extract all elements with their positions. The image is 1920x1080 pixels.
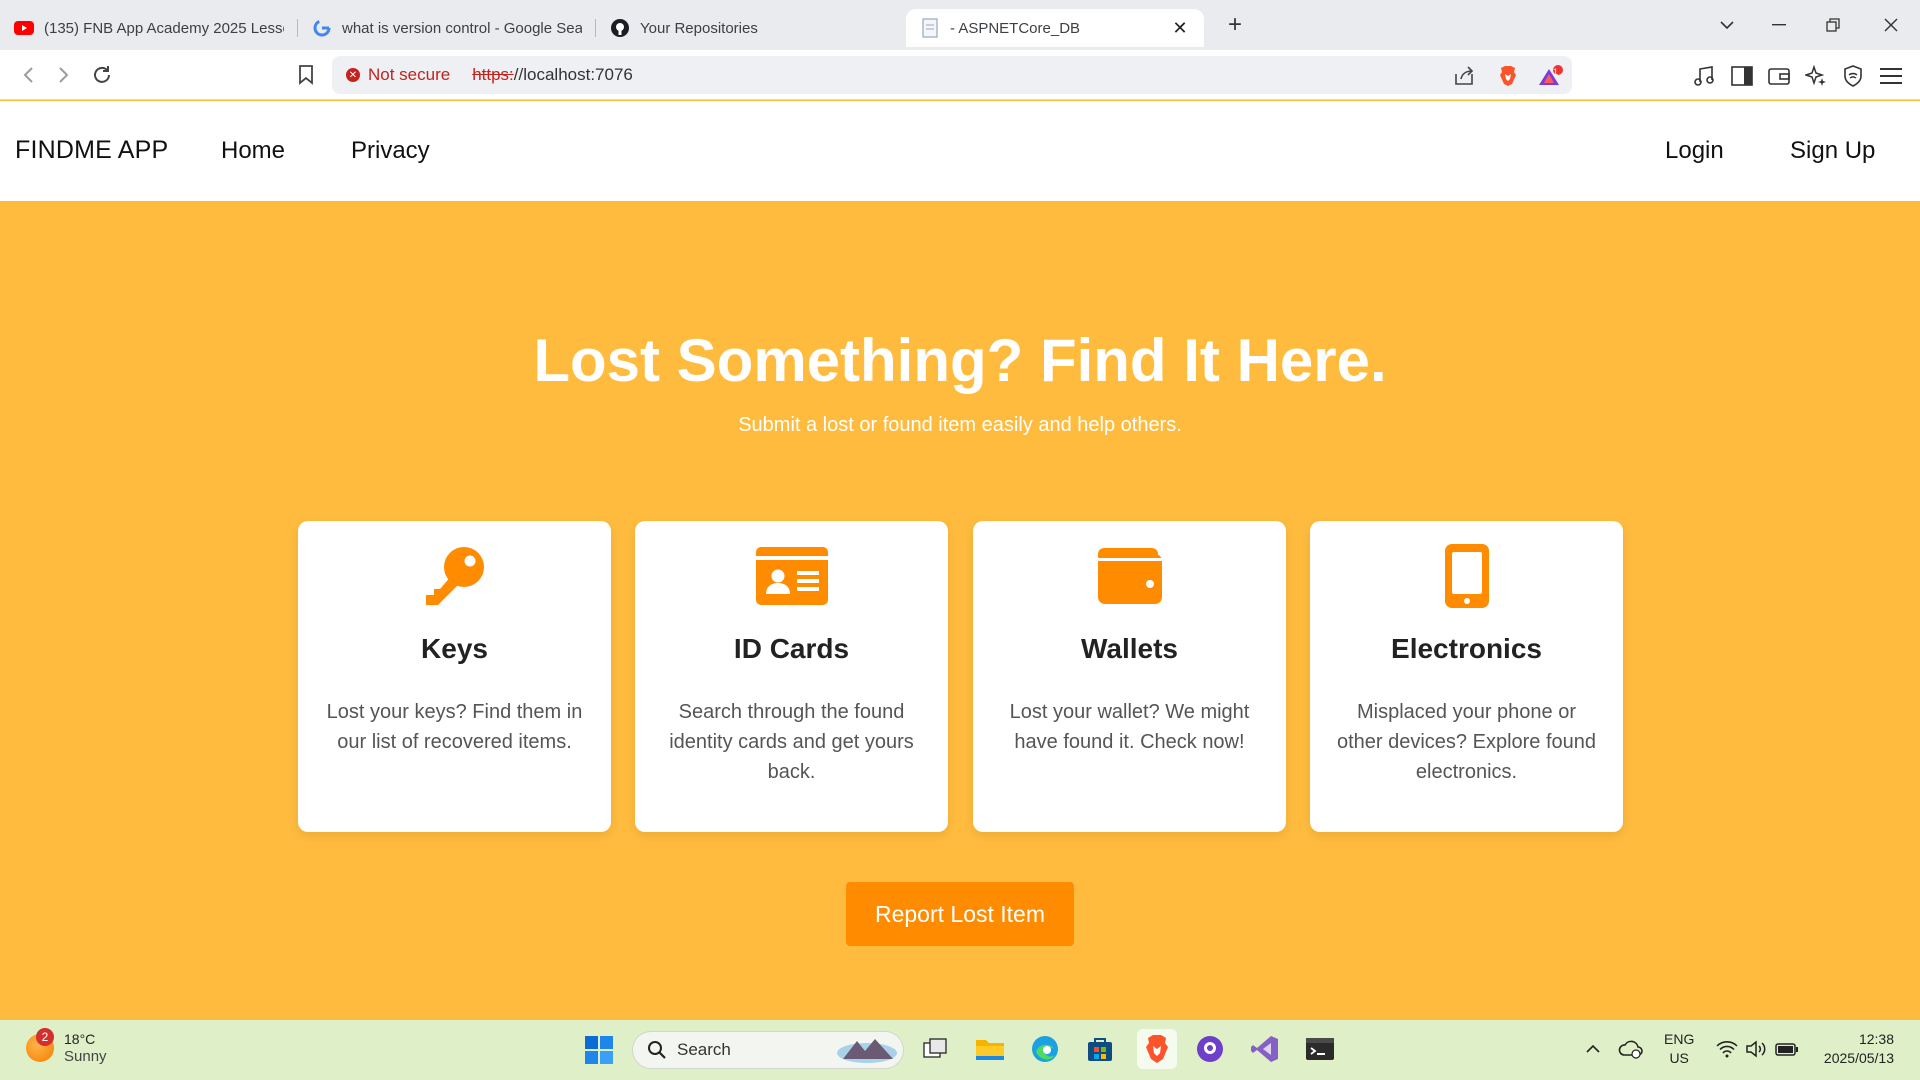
tab-google[interactable]: what is version control - Google Sea xyxy=(298,9,596,47)
warning-icon: ✕ xyxy=(346,68,360,82)
back-icon[interactable] xyxy=(15,62,41,88)
share-icon[interactable] xyxy=(1452,66,1476,86)
url-host: //localhost:7076 xyxy=(513,65,633,84)
nav-signup[interactable]: Sign Up xyxy=(1790,137,1875,165)
page-icon xyxy=(920,18,940,38)
brave-browser-icon[interactable] xyxy=(1137,1029,1177,1069)
nav-login[interactable]: Login xyxy=(1665,137,1724,165)
tab-aspnetcore-db[interactable]: - ASPNETCore_DB ✕ xyxy=(906,9,1204,47)
search-highlight-icon xyxy=(837,1039,897,1063)
card-title: Wallets xyxy=(1081,633,1178,664)
category-card-wallets[interactable]: Wallets Lost your wallet? We might have … xyxy=(973,521,1286,832)
taskbar-search[interactable]: Search xyxy=(632,1031,904,1069)
brave-shields-icon[interactable] xyxy=(1496,66,1520,86)
onedrive-sync-icon[interactable] xyxy=(1614,1032,1648,1066)
phone-icon xyxy=(1310,543,1623,609)
weather-temp: 18°C xyxy=(64,1031,96,1047)
close-tab-icon[interactable]: ✕ xyxy=(1170,18,1190,39)
clock-date: 2025/05/13 xyxy=(1823,1050,1894,1066)
menu-icon[interactable] xyxy=(1879,64,1903,88)
lang-line2: US xyxy=(1669,1050,1689,1066)
sidebar-toggle-icon[interactable] xyxy=(1730,64,1754,88)
key-icon xyxy=(298,543,611,609)
card-description: Lost your keys? Find them in our list of… xyxy=(326,701,583,753)
sun-icon: 2 xyxy=(26,1028,54,1062)
tab-youtube[interactable]: (135) FNB App Academy 2025 Lesso xyxy=(0,9,298,47)
security-label: Not secure xyxy=(368,65,451,84)
rewards-count: 1 xyxy=(1553,67,1559,77)
show-hidden-icons-chevron-icon[interactable] xyxy=(1576,1032,1610,1066)
reload-icon[interactable] xyxy=(89,62,115,88)
hero-subtitle: Submit a lost or found item easily and h… xyxy=(738,414,1182,436)
report-lost-item-button[interactable]: Report Lost Item xyxy=(846,882,1074,946)
volume-icon[interactable] xyxy=(1740,1032,1774,1066)
category-card-id-cards[interactable]: ID Cards Search through the found identi… xyxy=(635,521,948,832)
github-icon xyxy=(610,18,630,38)
card-description: Lost your wallet? We might have found it… xyxy=(1009,701,1250,753)
clock-time: 12:38 xyxy=(1858,1031,1894,1047)
weather-widget[interactable]: 2 18°C Sunny xyxy=(26,1028,107,1066)
id-card-icon xyxy=(635,543,948,609)
forward-icon[interactable] xyxy=(51,62,77,88)
category-card-electronics[interactable]: Electronics Misplaced your phone or othe… xyxy=(1310,521,1623,832)
brand-logo[interactable]: FINDME APP xyxy=(15,136,168,165)
tab-github[interactable]: Your Repositories xyxy=(596,9,894,47)
notification-badge: 2 xyxy=(36,1028,54,1046)
minimize-icon[interactable] xyxy=(1752,0,1806,50)
site-navbar: FINDME APP Home Privacy Login Sign Up xyxy=(0,101,1920,201)
task-view-icon[interactable] xyxy=(918,1032,952,1066)
visual-studio-icon[interactable] xyxy=(1248,1032,1282,1066)
battery-icon[interactable] xyxy=(1770,1032,1804,1066)
tab-title: what is version control - Google Sea xyxy=(342,19,582,37)
hero-title: Lost Something? Find It Here. xyxy=(533,327,1387,394)
bookmark-icon[interactable] xyxy=(293,62,319,88)
card-title: Keys xyxy=(421,633,488,664)
tab-title: Your Repositories xyxy=(640,19,758,37)
windows-taskbar: 2 18°C Sunny Search ENG US 12:38 2025/05… xyxy=(0,1020,1920,1080)
nav-privacy[interactable]: Privacy xyxy=(351,137,430,165)
language-indicator[interactable]: ENG US xyxy=(1664,1030,1694,1068)
category-card-keys[interactable]: Keys Lost your keys? Find them in our li… xyxy=(298,521,611,832)
card-title: ID Cards xyxy=(733,633,850,664)
edge-icon[interactable] xyxy=(1028,1032,1062,1066)
wallet-toolbar-icon[interactable] xyxy=(1767,64,1791,88)
leo-ai-icon[interactable] xyxy=(1804,64,1828,88)
card-description: Misplaced your phone or other devices? E… xyxy=(1336,701,1597,783)
nav-home[interactable]: Home xyxy=(221,137,285,165)
microsoft-store-icon[interactable] xyxy=(1083,1032,1117,1066)
card-title: Electronics xyxy=(1391,633,1542,664)
file-explorer-icon[interactable] xyxy=(973,1032,1007,1066)
terminal-icon[interactable] xyxy=(1303,1032,1337,1066)
vpn-shield-icon[interactable] xyxy=(1841,64,1865,88)
address-toolbar: ✕ Not secure https://localhost:7076 1 xyxy=(0,50,1920,100)
security-indicator[interactable]: ✕ Not secure xyxy=(346,65,450,85)
lang-line1: ENG xyxy=(1664,1031,1695,1047)
search-label: Search xyxy=(677,1040,731,1059)
close-window-icon[interactable] xyxy=(1864,0,1918,50)
google-icon xyxy=(312,18,332,38)
browser-tab-strip: (135) FNB App Academy 2025 Lesso what is… xyxy=(0,0,1920,50)
search-icon xyxy=(648,1041,666,1059)
restore-icon[interactable] xyxy=(1806,0,1860,50)
url-text[interactable]: https://localhost:7076 xyxy=(472,65,633,85)
wifi-icon[interactable] xyxy=(1710,1032,1744,1066)
weather-condition: Sunny xyxy=(64,1048,107,1065)
wallet-icon xyxy=(973,543,1286,609)
tab-title: (135) FNB App Academy 2025 Lesso xyxy=(44,19,284,37)
clock[interactable]: 12:38 2025/05/13 xyxy=(1814,1030,1894,1068)
youtube-icon xyxy=(14,18,34,38)
tab-search-chevron-icon[interactable] xyxy=(1700,0,1754,50)
tab-title: - ASPNETCore_DB xyxy=(950,19,1081,37)
url-scheme: https: xyxy=(472,65,514,84)
windows-start-icon[interactable] xyxy=(582,1033,616,1067)
github-desktop-icon[interactable] xyxy=(1193,1032,1227,1066)
new-tab-button[interactable]: + xyxy=(1220,11,1250,39)
omnibox[interactable]: ✕ Not secure https://localhost:7076 1 xyxy=(332,56,1572,94)
card-description: Search through the found identity cards … xyxy=(669,701,914,783)
brave-rewards-icon[interactable]: 1 xyxy=(1536,65,1566,86)
media-icon[interactable] xyxy=(1692,64,1716,88)
